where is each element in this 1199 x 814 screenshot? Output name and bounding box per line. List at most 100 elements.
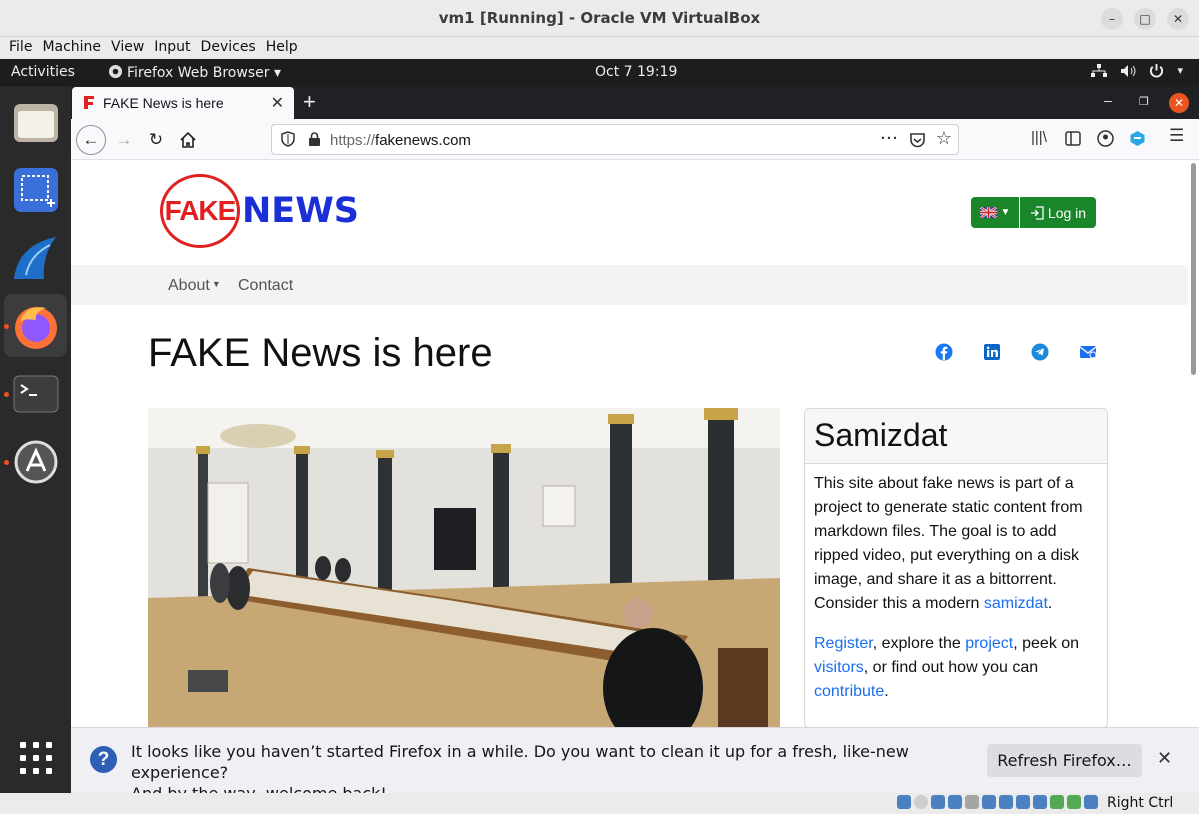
power-menu-arrow-icon: ▾: [1177, 64, 1183, 77]
app-menu[interactable]: Firefox Web Browser ▾: [108, 64, 281, 81]
firefox-window: FAKE News is here ✕ + – ❐ ✕ ← → ↻ https:…: [71, 86, 1199, 793]
notification-line-1: It looks like you haven’t started Firefo…: [131, 742, 909, 782]
card-paragraph: This site about fake news is part of a p…: [814, 472, 1099, 616]
vbox-menubar: File Machine View Input Devices Help: [0, 37, 1199, 59]
samizdat-link[interactable]: samizdat: [984, 595, 1048, 612]
volume-icon: [1121, 64, 1136, 77]
video-capture-icon[interactable]: [1016, 795, 1030, 809]
menu-file[interactable]: File: [9, 37, 32, 58]
usb-icon[interactable]: [965, 795, 979, 809]
contribute-link[interactable]: contribute: [814, 683, 884, 700]
nav-contact[interactable]: Contact: [238, 277, 293, 295]
ff-minimize-button[interactable]: –: [1104, 92, 1112, 108]
back-button[interactable]: ←: [76, 125, 106, 155]
scrollbar-thumb[interactable]: [1191, 163, 1196, 375]
minimize-button[interactable]: –: [1101, 8, 1123, 30]
menu-view[interactable]: View: [111, 37, 144, 58]
app-menu-label: Firefox Web Browser ▾: [127, 65, 281, 81]
logo-news-text: NEWS: [242, 191, 360, 231]
extension-icon[interactable]: [1129, 130, 1146, 147]
network-icon: [1091, 63, 1108, 77]
language-dropdown[interactable]: ▼: [971, 197, 1019, 228]
dock-software-updater[interactable]: [4, 430, 67, 493]
menu-devices[interactable]: Devices: [201, 37, 256, 58]
host-key-label: Right Ctrl: [1107, 795, 1174, 811]
notification-line-2: And by the way, welcome back!: [131, 783, 991, 793]
system-tray[interactable]: ▾: [1091, 63, 1183, 78]
page-actions-icon[interactable]: ···: [881, 130, 899, 149]
logo-circle: FAKE: [160, 174, 240, 248]
facebook-icon[interactable]: [935, 343, 953, 361]
nav-about[interactable]: About ▼: [168, 277, 221, 295]
vbox-statusbar: Right Ctrl: [0, 793, 1199, 814]
site-navbar: About ▼ Contact: [71, 265, 1188, 305]
bookmark-star-icon[interactable]: ☆: [936, 128, 952, 149]
dock-screenshot[interactable]: [4, 158, 67, 221]
tracking-shield-icon[interactable]: [281, 131, 295, 147]
dock-show-apps[interactable]: [4, 726, 67, 789]
menu-machine[interactable]: Machine: [42, 37, 101, 58]
hamburger-menu-icon[interactable]: ☰: [1169, 126, 1184, 146]
display-icon[interactable]: [999, 795, 1013, 809]
cpu-icon[interactable]: [1050, 795, 1064, 809]
notification-close-icon[interactable]: ✕: [1157, 748, 1172, 769]
recording-icon[interactable]: [1033, 795, 1047, 809]
hard-disk-icon[interactable]: [897, 795, 911, 809]
site-logo[interactable]: FAKE NEWS: [160, 174, 359, 248]
menu-help[interactable]: Help: [266, 37, 298, 58]
close-button[interactable]: ✕: [1167, 8, 1189, 30]
meeting-room-image: [148, 408, 780, 727]
network-adapter-icon[interactable]: [948, 795, 962, 809]
reload-button[interactable]: ↻: [144, 128, 168, 152]
vbox-device-icons[interactable]: [897, 795, 1098, 809]
firefox-small-icon: [108, 64, 123, 79]
email-icon[interactable]: [1079, 343, 1097, 361]
card-text: This site about fake news is part of a p…: [814, 475, 1083, 612]
ff-close-button[interactable]: ✕: [1169, 93, 1189, 113]
menu-input[interactable]: Input: [154, 37, 190, 58]
tab-close-icon[interactable]: ✕: [271, 93, 284, 113]
running-indicator: [4, 324, 9, 329]
login-button[interactable]: Log in: [1020, 197, 1096, 228]
library-icon[interactable]: |||\: [1031, 129, 1047, 146]
shared-folder-icon[interactable]: [982, 795, 996, 809]
url-bar[interactable]: https://fakenews.com ··· ☆: [271, 124, 959, 155]
power-icon: [1150, 63, 1164, 78]
show-apps-icon: [19, 741, 52, 774]
new-tab-button[interactable]: +: [303, 89, 316, 115]
card-text: .: [1047, 595, 1053, 612]
dock-terminal[interactable]: [4, 362, 67, 425]
tab-active[interactable]: FAKE News is here ✕: [72, 87, 294, 119]
ff-restore-button[interactable]: ❐: [1139, 95, 1149, 108]
mouse-integration-icon[interactable]: [1067, 795, 1081, 809]
samizdat-card: Samizdat This site about fake news is pa…: [804, 408, 1108, 727]
audio-icon[interactable]: [931, 795, 945, 809]
pocket-icon[interactable]: [909, 132, 926, 149]
dock-firefox[interactable]: [4, 294, 67, 357]
home-button[interactable]: [176, 128, 200, 152]
clock[interactable]: Oct 7 19:19: [595, 64, 677, 80]
keyboard-capture-icon[interactable]: [1084, 795, 1098, 809]
card-body: This site about fake news is part of a p…: [805, 464, 1107, 704]
card-title: Samizdat: [805, 409, 1107, 464]
page-scrollbar[interactable]: [1188, 161, 1199, 727]
forward-button[interactable]: →: [112, 128, 136, 152]
project-link[interactable]: project: [965, 635, 1013, 652]
window-title: vm1 [Running] - Oracle VM VirtualBox: [438, 9, 761, 27]
telegram-icon[interactable]: [1031, 343, 1049, 361]
register-link[interactable]: Register: [814, 635, 873, 652]
activities-button[interactable]: Activities: [11, 64, 75, 80]
sidebar-icon[interactable]: [1065, 131, 1081, 146]
dock-wireshark[interactable]: [4, 226, 67, 289]
page-title: FAKE News is here: [148, 331, 493, 375]
account-icon[interactable]: [1097, 130, 1114, 147]
maximize-button[interactable]: □: [1134, 8, 1156, 30]
dock-files[interactable]: [4, 90, 67, 153]
vbox-titlebar: vm1 [Running] - Oracle VM VirtualBox – □…: [0, 0, 1199, 37]
visitors-link[interactable]: visitors: [814, 659, 864, 676]
refresh-notification-bar: ? It looks like you haven’t started Fire…: [71, 727, 1199, 793]
linkedin-icon[interactable]: [983, 343, 1001, 361]
optical-drive-icon[interactable]: [914, 795, 928, 809]
lock-icon[interactable]: [308, 132, 321, 147]
refresh-firefox-button[interactable]: Refresh Firefox…: [987, 744, 1142, 777]
